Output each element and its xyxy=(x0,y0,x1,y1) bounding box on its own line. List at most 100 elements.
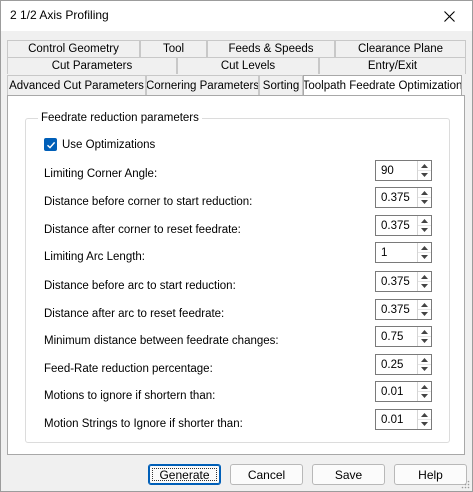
spin-value: 0.01 xyxy=(381,386,404,398)
limiting-corner-angle-spinbox[interactable]: 90 xyxy=(375,160,432,181)
tab-label: Clearance Plane xyxy=(357,43,444,55)
distance-before-arc-label: Distance before arc to start reduction: xyxy=(44,280,236,292)
distance-after-arc-spinbox[interactable]: 0.375 xyxy=(375,299,432,320)
spin-value: 0.375 xyxy=(381,304,410,316)
arrow-down-icon xyxy=(421,393,428,398)
dialog-window: 2 1/2 Axis Profiling Control Geometry To… xyxy=(0,0,473,492)
spin-buttons xyxy=(417,300,431,319)
tab-label: Cornering Parameters xyxy=(146,79,259,92)
tab-label: Control Geometry xyxy=(28,43,119,55)
focus-rect xyxy=(152,468,217,481)
arrow-up-icon xyxy=(421,384,428,389)
feed-rate-reduction-spinbox[interactable]: 0.25 xyxy=(375,354,432,375)
spin-buttons xyxy=(417,355,431,374)
tab-tool[interactable]: Tool xyxy=(140,40,207,57)
spin-down-button[interactable] xyxy=(418,170,431,179)
spin-down-button[interactable] xyxy=(418,281,431,290)
arrow-down-icon xyxy=(421,421,428,426)
arrow-down-icon xyxy=(421,338,428,343)
spin-buttons xyxy=(417,327,431,346)
distance-before-corner-spinbox[interactable]: 0.375 xyxy=(375,187,432,208)
tab-cut-parameters[interactable]: Cut Parameters xyxy=(7,57,177,74)
spin-down-button[interactable] xyxy=(418,197,431,206)
spin-down-button[interactable] xyxy=(418,225,431,234)
spin-down-button[interactable] xyxy=(418,364,431,373)
distance-after-arc-label: Distance after arc to reset feedrate: xyxy=(44,308,225,320)
tab-clearance-plane[interactable]: Clearance Plane xyxy=(335,40,466,57)
title-bar: 2 1/2 Axis Profiling xyxy=(1,1,472,31)
cancel-button-label: Cancel xyxy=(247,467,286,482)
motion-strings-ignore-label: Motion Strings to Ignore if shorter than… xyxy=(44,418,243,430)
arrow-down-icon xyxy=(421,172,428,177)
spin-value: 0.375 xyxy=(381,220,410,232)
spin-value: 0.375 xyxy=(381,192,410,204)
tab-label: Tool xyxy=(162,43,185,55)
spin-buttons xyxy=(417,272,431,291)
group-legend: Feedrate reduction parameters xyxy=(38,112,202,124)
spin-value: 0.375 xyxy=(381,276,410,288)
spin-down-button[interactable] xyxy=(418,391,431,400)
spin-value: 90 xyxy=(381,165,394,177)
tab-label: Cut Parameters xyxy=(51,60,133,72)
distance-before-arc-spinbox[interactable]: 0.375 xyxy=(375,271,432,292)
spin-down-button[interactable] xyxy=(418,419,431,428)
motion-strings-ignore-spinbox[interactable]: 0.01 xyxy=(375,409,432,430)
use-optimizations-checkbox[interactable]: Use Optimizations xyxy=(44,138,155,151)
tab-cut-levels[interactable]: Cut Levels xyxy=(177,57,319,74)
min-distance-feedrate-changes-spinbox[interactable]: 0.75 xyxy=(375,326,432,347)
tab-label: Cut Levels xyxy=(220,60,276,72)
resize-grip-icon[interactable] xyxy=(460,479,470,489)
cancel-button[interactable]: Cancel xyxy=(230,464,303,485)
feed-rate-reduction-label: Feed-Rate reduction percentage: xyxy=(44,363,213,375)
tab-toolpath-feedrate-optimization[interactable]: Toolpath Feedrate Optimization xyxy=(303,75,462,95)
spin-buttons xyxy=(417,161,431,180)
tab-label: Advanced Cut Parameters xyxy=(9,79,144,92)
spin-down-button[interactable] xyxy=(418,309,431,318)
spin-value: 0.25 xyxy=(381,359,404,371)
tab-feeds-speeds[interactable]: Feeds & Speeds xyxy=(207,40,335,57)
tab-entry-exit[interactable]: Entry/Exit xyxy=(319,57,466,74)
tab-strip: Control Geometry Tool Feeds & Speeds Cle… xyxy=(7,40,466,96)
generate-button[interactable]: Generate xyxy=(148,464,221,485)
arrow-up-icon xyxy=(421,329,428,334)
distance-before-corner-label: Distance before corner to start reductio… xyxy=(44,196,253,208)
spin-buttons xyxy=(417,382,431,401)
spin-value: 1 xyxy=(381,247,388,259)
arrow-down-icon xyxy=(421,254,428,259)
limiting-corner-angle-label: Limiting Corner Angle: xyxy=(44,168,158,180)
spin-buttons xyxy=(417,243,431,262)
arrow-down-icon xyxy=(421,311,428,316)
arrow-up-icon xyxy=(421,302,428,307)
limiting-arc-length-spinbox[interactable]: 1 xyxy=(375,242,432,263)
tab-label: Feeds & Speeds xyxy=(228,43,314,55)
spin-buttons xyxy=(417,216,431,235)
spin-buttons xyxy=(417,188,431,207)
arrow-up-icon xyxy=(421,190,428,195)
tab-cornering-parameters[interactable]: Cornering Parameters xyxy=(146,75,259,95)
spin-value: 0.75 xyxy=(381,331,404,343)
arrow-up-icon xyxy=(421,412,428,417)
spin-down-button[interactable] xyxy=(418,252,431,261)
checkbox-checked-icon xyxy=(44,138,57,151)
tab-sorting[interactable]: Sorting xyxy=(259,75,303,95)
limiting-arc-length-label: Limiting Arc Length: xyxy=(44,251,146,263)
save-button[interactable]: Save xyxy=(312,464,385,485)
help-button[interactable]: Help xyxy=(394,464,467,485)
spin-down-button[interactable] xyxy=(418,336,431,345)
help-button-label: Help xyxy=(418,467,443,482)
save-button-label: Save xyxy=(334,467,363,482)
close-icon xyxy=(443,10,455,22)
arrow-up-icon xyxy=(421,274,428,279)
motions-ignore-spinbox[interactable]: 0.01 xyxy=(375,381,432,402)
arrow-down-icon xyxy=(421,366,428,371)
arrow-up-icon xyxy=(421,163,428,168)
tab-advanced-cut-parameters[interactable]: Advanced Cut Parameters xyxy=(7,75,146,95)
spin-value: 0.01 xyxy=(381,414,404,426)
arrow-up-icon xyxy=(421,357,428,362)
tab-control-geometry[interactable]: Control Geometry xyxy=(7,40,140,57)
window-title: 2 1/2 Axis Profiling xyxy=(10,8,109,22)
distance-after-corner-spinbox[interactable]: 0.375 xyxy=(375,215,432,236)
close-button[interactable] xyxy=(426,1,472,31)
arrow-down-icon xyxy=(421,283,428,288)
tab-panel: Feedrate reduction parameters Use Optimi… xyxy=(7,95,465,455)
